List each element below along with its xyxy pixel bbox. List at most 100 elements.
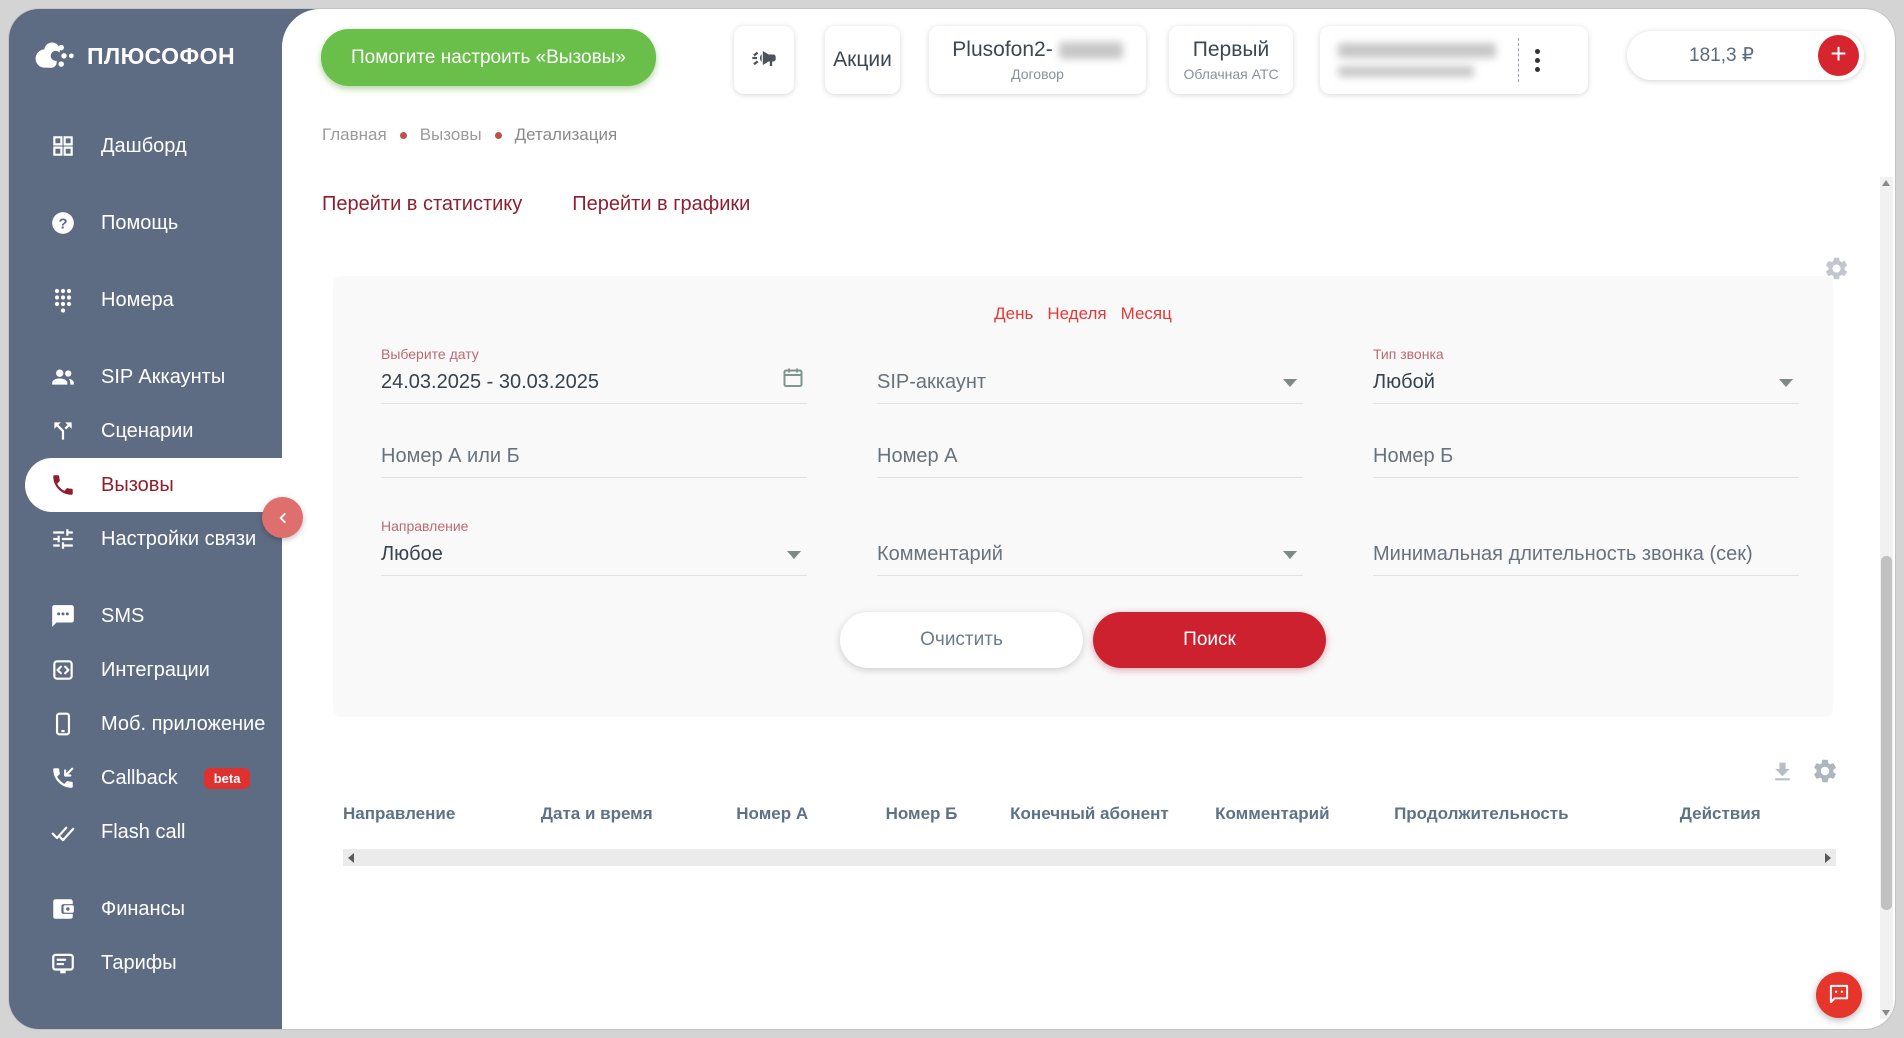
logo-text: ПЛЮСОФОН xyxy=(87,43,236,69)
user-contact-info xyxy=(1338,43,1496,77)
table-header-row: Направление Дата и время Номер А Номер Б… xyxy=(343,804,1836,824)
number-a-or-b-field[interactable] xyxy=(381,420,807,478)
chevron-down-icon[interactable] xyxy=(1779,379,1793,387)
col-actions: Действия xyxy=(1679,804,1761,823)
number-a-field[interactable] xyxy=(877,420,1303,478)
sidebar-item-label: Интеграции xyxy=(101,658,210,681)
filter-row-2 xyxy=(333,420,1833,478)
sidebar-item-integrations[interactable]: Интеграции xyxy=(9,643,282,697)
sidebar-item-label: Финансы xyxy=(101,897,185,920)
clear-button[interactable]: Очистить xyxy=(840,612,1083,668)
search-button[interactable]: Поиск xyxy=(1093,612,1326,668)
breadcrumb-calls[interactable]: Вызовы xyxy=(420,125,482,145)
sidebar-item-label: SIP Аккаунты xyxy=(101,365,226,388)
kebab-menu-icon[interactable] xyxy=(1535,48,1540,72)
number-b-field[interactable] xyxy=(1373,420,1799,478)
min-duration-input[interactable] xyxy=(1373,543,1799,575)
promo-card-title: Акции xyxy=(833,48,892,71)
account-card-subtitle: Договор xyxy=(1011,66,1064,82)
calendar-icon[interactable] xyxy=(781,365,805,395)
col-end-subscriber: Конечный абонент xyxy=(1010,804,1169,823)
sidebar-item-label: Сценарии xyxy=(101,419,194,442)
table-tools xyxy=(1770,757,1839,790)
balance-pill: 181,3 ₽ + xyxy=(1627,31,1864,80)
tab-month[interactable]: Месяц xyxy=(1121,304,1172,324)
sidebar-item-finance[interactable]: Финансы xyxy=(9,882,282,936)
page-links: Перейти в статистику Перейти в графики xyxy=(322,193,750,216)
sidebar-item-label: Дашборд xyxy=(101,134,187,157)
direction-select[interactable]: Направление Любое xyxy=(381,518,807,576)
user-contact-card[interactable] xyxy=(1320,26,1588,94)
sidebar-item-help[interactable]: ? Помощь xyxy=(9,196,282,250)
sidebar-item-label: Вызовы xyxy=(101,473,174,496)
chevron-down-icon[interactable] xyxy=(787,551,801,559)
breadcrumb-home[interactable]: Главная xyxy=(322,125,387,145)
sidebar-item-label: Помощь xyxy=(101,211,179,234)
col-direction: Направление xyxy=(343,804,456,823)
table-settings-gear-icon[interactable] xyxy=(1811,757,1839,790)
sidebar-item-label: Flash call xyxy=(101,820,186,843)
add-balance-button[interactable]: + xyxy=(1818,35,1859,76)
scroll-up-arrow-icon[interactable] xyxy=(1882,180,1890,186)
help-setup-button[interactable]: Помогите настроить «Вызовы» xyxy=(321,29,656,86)
balance-amount: 181,3 ₽ xyxy=(1689,45,1754,66)
comment-select[interactable]: Комментарий xyxy=(877,518,1303,576)
sidebar-item-scenarios[interactable]: Сценарии xyxy=(9,404,282,458)
date-range-label: Выберите дату xyxy=(381,346,479,362)
go-to-charts-link[interactable]: Перейти в графики xyxy=(572,193,750,216)
number-b-input[interactable] xyxy=(1373,445,1799,477)
sidebar-item-sms[interactable]: SMS xyxy=(9,589,282,643)
filter-row-1: Выберите дату SIP-аккаунт Тип звонка Люб… xyxy=(333,346,1833,404)
sidebar-item-mobile-app[interactable]: Моб. приложение xyxy=(9,697,282,751)
go-to-statistics-link[interactable]: Перейти в статистику xyxy=(322,193,522,216)
col-comment: Комментарий xyxy=(1215,804,1330,823)
sidebar-item-numbers[interactable]: Номера xyxy=(9,273,282,327)
sidebar-item-callback[interactable]: Callback beta xyxy=(9,751,282,805)
sidebar-item-label: SMS xyxy=(101,604,145,627)
sidebar-item-tariffs[interactable]: Тарифы xyxy=(9,936,282,990)
wallet-icon xyxy=(49,895,77,923)
date-range-field[interactable]: Выберите дату xyxy=(381,346,807,404)
sidebar-item-flash-call[interactable]: Flash call xyxy=(9,805,282,859)
min-duration-field[interactable] xyxy=(1373,518,1799,576)
chevron-down-icon[interactable] xyxy=(1283,551,1297,559)
date-range-input[interactable] xyxy=(381,371,807,403)
vertical-scrollbar[interactable] xyxy=(1880,177,1893,1019)
tab-day[interactable]: День xyxy=(994,304,1033,324)
download-icon[interactable] xyxy=(1770,759,1795,789)
account-card[interactable]: Plusofon2- Договор xyxy=(929,26,1146,94)
col-duration: Продолжительность xyxy=(1394,804,1569,823)
table-horizontal-scrollbar[interactable] xyxy=(343,849,1836,866)
account-name-redacted xyxy=(1058,41,1123,59)
chevron-down-icon[interactable] xyxy=(1283,379,1297,387)
app-page: ПЛЮСОФОН Дашборд ? Помощь Номера SIP Акк… xyxy=(0,0,1904,1038)
phone-icon xyxy=(49,471,77,499)
call-type-select[interactable]: Тип звонка Любой xyxy=(1373,346,1799,404)
number-a-input[interactable] xyxy=(877,445,1303,477)
col-number-b: Номер Б xyxy=(885,804,958,823)
sidebar-item-calls[interactable]: Вызовы xyxy=(25,458,282,512)
sidebar-item-sip-accounts[interactable]: SIP Аккаунты xyxy=(9,350,282,404)
announcements-button[interactable] xyxy=(734,26,794,94)
support-chat-button[interactable] xyxy=(1816,972,1862,1018)
pbx-card[interactable]: Первый Облачная АТС xyxy=(1169,26,1293,94)
card-divider xyxy=(1518,38,1519,82)
sidebar-collapse-button[interactable] xyxy=(262,497,303,538)
pbx-card-subtitle: Облачная АТС xyxy=(1183,66,1279,82)
scroll-down-arrow-icon[interactable] xyxy=(1882,1010,1890,1016)
plusofon-logo-icon xyxy=(31,35,75,78)
sidebar-nav: Дашборд ? Помощь Номера SIP Аккаунты Сце… xyxy=(9,119,282,990)
vertical-scrollbar-thumb[interactable] xyxy=(1881,555,1892,910)
scroll-left-arrow-icon[interactable] xyxy=(348,852,354,863)
account-name: Plusofon2- xyxy=(952,38,1053,61)
filter-buttons: Очистить Поиск xyxy=(333,612,1833,668)
scroll-right-arrow-icon[interactable] xyxy=(1825,852,1831,863)
sip-account-select[interactable]: SIP-аккаунт xyxy=(877,346,1303,404)
sidebar-item-connection-settings[interactable]: Настройки связи xyxy=(9,512,282,566)
promo-card[interactable]: Акции xyxy=(825,26,900,94)
user-email-redacted xyxy=(1338,66,1474,77)
sidebar-item-dashboard[interactable]: Дашборд xyxy=(9,119,282,173)
number-a-or-b-input[interactable] xyxy=(381,445,807,477)
col-datetime: Дата и время xyxy=(540,804,653,823)
tab-week[interactable]: Неделя xyxy=(1047,304,1106,324)
